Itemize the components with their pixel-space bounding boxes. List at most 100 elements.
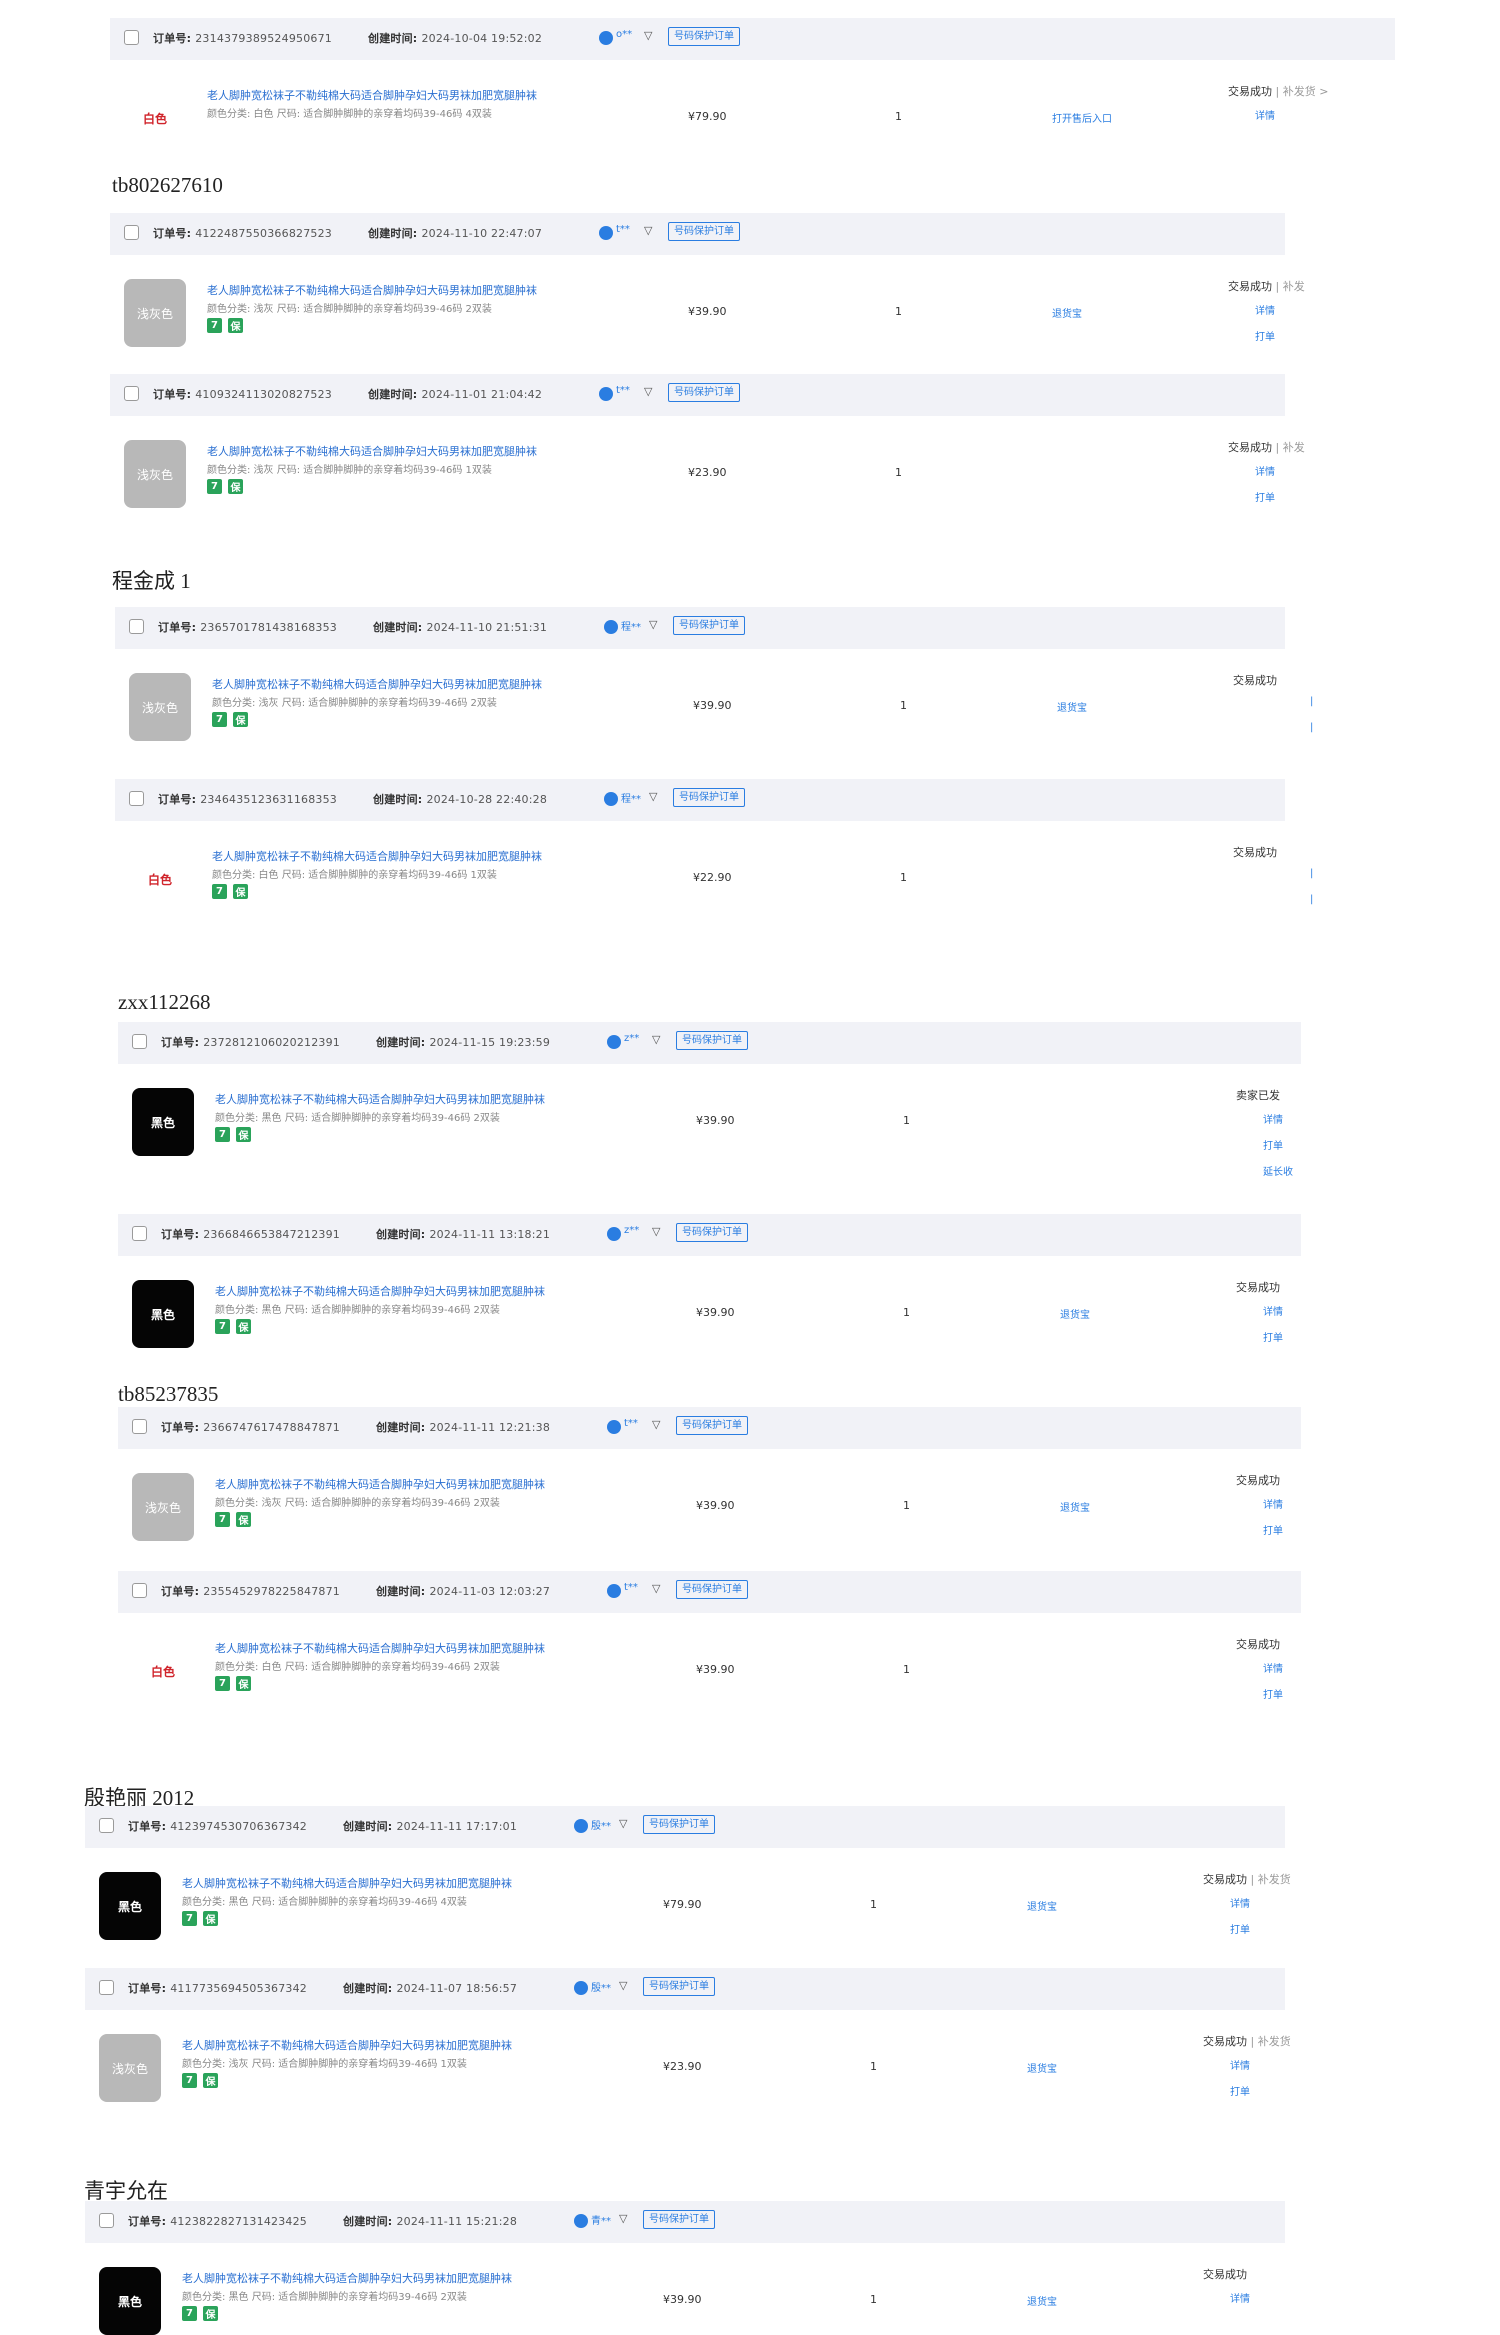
filter-icon[interactable]: ▽	[644, 224, 652, 237]
wangwang-icon[interactable]	[574, 1819, 588, 1833]
resend-link[interactable]: | 补发	[1272, 441, 1304, 454]
order-checkbox[interactable]	[99, 2213, 114, 2228]
product-thumbnail[interactable]: 浅灰色	[124, 440, 186, 508]
product-title-link[interactable]: 老人脚肿宽松袜子不勒纯棉大码适合脚肿孕妇大码男袜加肥宽腿肿袜	[182, 2270, 512, 2286]
order-checkbox[interactable]	[129, 791, 144, 806]
resend-link[interactable]: | 补发	[1272, 280, 1304, 293]
filter-icon[interactable]: ▽	[644, 385, 652, 398]
return-service-link[interactable]: 退货宝	[1052, 305, 1082, 320]
buyer-nickname[interactable]: t**	[624, 1418, 638, 1429]
buyer-nickname[interactable]: o**	[616, 29, 632, 40]
print-order-link[interactable]: 打单	[1230, 2083, 1250, 2098]
detail-link[interactable]: 详情	[1263, 1660, 1283, 1675]
wangwang-icon[interactable]	[574, 2214, 588, 2228]
buyer-nickname[interactable]: z**	[624, 1225, 639, 1236]
buyer-nickname[interactable]: t**	[616, 224, 630, 235]
buyer-nickname[interactable]: t**	[616, 385, 630, 396]
order-checkbox[interactable]	[132, 1226, 147, 1241]
order-checkbox[interactable]	[132, 1419, 147, 1434]
product-title-link[interactable]: 老人脚肿宽松袜子不勒纯棉大码适合脚肿孕妇大码男袜加肥宽腿肿袜	[182, 2037, 512, 2053]
resend-link[interactable]: | 补发货 >	[1272, 85, 1328, 98]
product-thumbnail[interactable]: 黑色	[99, 2267, 161, 2335]
wangwang-icon[interactable]	[607, 1035, 621, 1049]
print-order-link[interactable]: 打单	[1263, 1329, 1283, 1344]
filter-icon[interactable]: ▽	[649, 618, 657, 631]
wangwang-icon[interactable]	[604, 792, 618, 806]
wangwang-icon[interactable]	[599, 226, 613, 240]
filter-icon[interactable]: ▽	[649, 790, 657, 803]
product-thumbnail[interactable]: 白色	[124, 84, 186, 152]
order-checkbox[interactable]	[99, 1980, 114, 1995]
product-title-link[interactable]: 老人脚肿宽松袜子不勒纯棉大码适合脚肿孕妇大码男袜加肥宽腿肿袜	[207, 443, 537, 459]
product-title-link[interactable]: 老人脚肿宽松袜子不勒纯棉大码适合脚肿孕妇大码男袜加肥宽腿肿袜	[207, 87, 537, 103]
wangwang-icon[interactable]	[599, 387, 613, 401]
return-service-link[interactable]: 打开售后入口	[1052, 110, 1112, 125]
resend-link[interactable]: | 补发货	[1247, 1873, 1290, 1886]
print-order-link[interactable]: 打单	[1255, 328, 1275, 343]
product-thumbnail[interactable]: 浅灰色	[99, 2034, 161, 2102]
return-service-link[interactable]: 退货宝	[1027, 2293, 1057, 2308]
product-thumbnail[interactable]: 白色	[129, 845, 191, 913]
wangwang-icon[interactable]	[599, 31, 613, 45]
order-checkbox[interactable]	[124, 30, 139, 45]
buyer-nickname[interactable]: 青**	[591, 2212, 611, 2227]
order-checkbox[interactable]	[132, 1034, 147, 1049]
detail-link[interactable]: 详情	[1230, 1895, 1250, 1910]
print-order-link[interactable]: 打单	[1255, 489, 1275, 504]
buyer-nickname[interactable]: 程**	[621, 790, 641, 805]
return-service-link[interactable]: 退货宝	[1027, 2060, 1057, 2075]
product-title-link[interactable]: 老人脚肿宽松袜子不勒纯棉大码适合脚肿孕妇大码男袜加肥宽腿肿袜	[215, 1091, 545, 1107]
filter-icon[interactable]: ▽	[652, 1033, 660, 1046]
product-title-link[interactable]: 老人脚肿宽松袜子不勒纯棉大码适合脚肿孕妇大码男袜加肥宽腿肿袜	[212, 676, 542, 692]
product-thumbnail[interactable]: 浅灰色	[129, 673, 191, 741]
product-thumbnail[interactable]: 浅灰色	[124, 279, 186, 347]
filter-icon[interactable]: ▽	[619, 1979, 627, 1992]
print-order-link[interactable]: 打单	[1263, 1686, 1283, 1701]
product-thumbnail[interactable]: 黑色	[99, 1872, 161, 1940]
product-title-link[interactable]: 老人脚肿宽松袜子不勒纯棉大码适合脚肿孕妇大码男袜加肥宽腿肿袜	[215, 1640, 545, 1656]
product-title-link[interactable]: 老人脚肿宽松袜子不勒纯棉大码适合脚肿孕妇大码男袜加肥宽腿肿袜	[215, 1283, 545, 1299]
buyer-nickname[interactable]: 殷**	[591, 1979, 611, 1994]
product-title-link[interactable]: 老人脚肿宽松袜子不勒纯棉大码适合脚肿孕妇大码男袜加肥宽腿肿袜	[215, 1476, 545, 1492]
buyer-nickname[interactable]: t**	[624, 1582, 638, 1593]
detail-link[interactable]: 详情	[1255, 463, 1275, 478]
detail-link[interactable]: 详情	[1263, 1111, 1283, 1126]
resend-link[interactable]: | 补发货	[1247, 2035, 1290, 2048]
detail-link[interactable]: 详情	[1255, 302, 1275, 317]
detail-link[interactable]: 详情	[1230, 2057, 1250, 2072]
return-service-link[interactable]: 退货宝	[1027, 1898, 1057, 1913]
return-service-link[interactable]: 退货宝	[1060, 1499, 1090, 1514]
wangwang-icon[interactable]	[607, 1420, 621, 1434]
buyer-nickname[interactable]: z**	[624, 1033, 639, 1044]
print-order-link[interactable]: 打单	[1263, 1137, 1283, 1152]
product-title-link[interactable]: 老人脚肿宽松袜子不勒纯棉大码适合脚肿孕妇大码男袜加肥宽腿肿袜	[207, 282, 537, 298]
wangwang-icon[interactable]	[574, 1981, 588, 1995]
print-order-link[interactable]: 打单	[1263, 1522, 1283, 1537]
filter-icon[interactable]: ▽	[652, 1225, 660, 1238]
product-title-link[interactable]: 老人脚肿宽松袜子不勒纯棉大码适合脚肿孕妇大码男袜加肥宽腿肿袜	[182, 1875, 512, 1891]
filter-icon[interactable]: ▽	[644, 29, 652, 42]
filter-icon[interactable]: ▽	[619, 2212, 627, 2225]
product-thumbnail[interactable]: 浅灰色	[132, 1473, 194, 1541]
filter-icon[interactable]: ▽	[619, 1817, 627, 1830]
buyer-nickname[interactable]: 程**	[621, 618, 641, 633]
detail-link[interactable]: 详情	[1230, 2290, 1250, 2305]
order-checkbox[interactable]	[129, 619, 144, 634]
order-checkbox[interactable]	[99, 1818, 114, 1833]
product-thumbnail[interactable]: 黑色	[132, 1280, 194, 1348]
wangwang-icon[interactable]	[604, 620, 618, 634]
order-checkbox[interactable]	[124, 225, 139, 240]
filter-icon[interactable]: ▽	[652, 1582, 660, 1595]
return-service-link[interactable]: 退货宝	[1060, 1306, 1090, 1321]
extend-receipt-link[interactable]: 延长收	[1263, 1163, 1293, 1178]
product-thumbnail[interactable]: 白色	[132, 1637, 194, 1705]
detail-link[interactable]: 详情	[1255, 107, 1275, 122]
detail-link[interactable]: 详情	[1263, 1303, 1283, 1318]
buyer-nickname[interactable]: 殷**	[591, 1817, 611, 1832]
detail-link[interactable]: 详情	[1263, 1496, 1283, 1511]
wangwang-icon[interactable]	[607, 1227, 621, 1241]
product-title-link[interactable]: 老人脚肿宽松袜子不勒纯棉大码适合脚肿孕妇大码男袜加肥宽腿肿袜	[212, 848, 542, 864]
print-order-link[interactable]: 打单	[1230, 1921, 1250, 1936]
order-checkbox[interactable]	[124, 386, 139, 401]
wangwang-icon[interactable]	[607, 1584, 621, 1598]
